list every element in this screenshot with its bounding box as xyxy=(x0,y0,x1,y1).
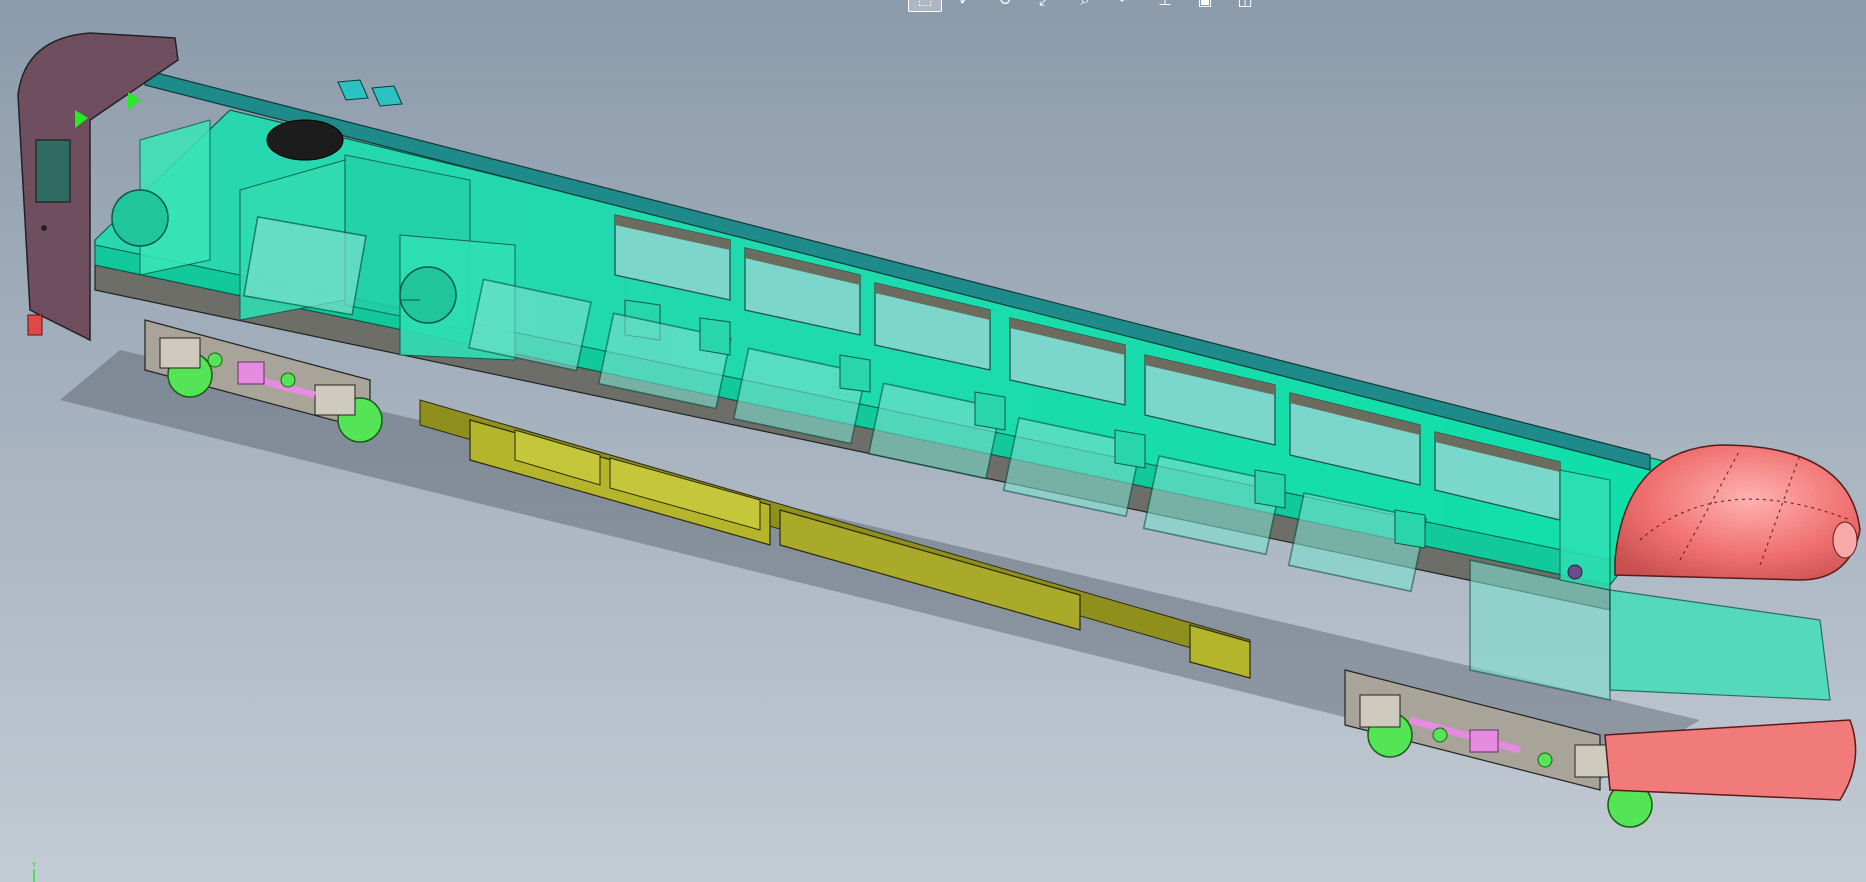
seat-row[interactable] xyxy=(867,382,1006,480)
tool-button[interactable]: ⌕ xyxy=(1068,0,1102,12)
zoom-to-area-icon: ⌕ xyxy=(1081,0,1090,8)
roof-vents[interactable] xyxy=(337,79,403,107)
heads-up-view-toolbar: ⬚ ✓ ↻ ⤢ ⌕ ↶ ⊥ ▣ ◫ xyxy=(908,0,1262,12)
tool-button[interactable]: ▣ xyxy=(1188,0,1222,12)
tool-button[interactable]: ◫ xyxy=(1228,0,1262,12)
tool-button[interactable]: ↻ xyxy=(988,0,1022,12)
rotate-icon: ↻ xyxy=(998,0,1011,8)
tool-button[interactable]: ⊥ xyxy=(1148,0,1182,12)
previous-view-icon: ↶ xyxy=(1118,0,1131,8)
reference-triad[interactable]: Y xyxy=(26,860,42,882)
zoom-to-fit-icon: ⤢ xyxy=(1039,0,1052,8)
section-view-icon: ⊥ xyxy=(1158,0,1172,8)
railcar-3d-model[interactable] xyxy=(0,0,1866,882)
view-orientation-icon: ▣ xyxy=(1197,0,1212,8)
select-icon: ⬚ xyxy=(917,0,932,7)
triad-axis-label: Y xyxy=(31,861,37,869)
tool-button[interactable]: ⤢ xyxy=(1028,0,1062,12)
tool-button[interactable]: ⬚ xyxy=(908,0,942,12)
rear-marker-light xyxy=(27,314,43,336)
tool-button[interactable]: ↶ xyxy=(1108,0,1142,12)
display-style-icon: ◫ xyxy=(1237,0,1252,8)
lower-nose[interactable] xyxy=(1604,719,1857,801)
seat-row[interactable] xyxy=(1002,416,1146,518)
check-icon: ✓ xyxy=(958,0,971,8)
tool-button[interactable]: ✓ xyxy=(948,0,982,12)
graphics-viewport[interactable]: ⬚ ✓ ↻ ⤢ ⌕ ↶ ⊥ ▣ ◫ Y xyxy=(0,0,1866,882)
green-marker xyxy=(128,92,140,110)
